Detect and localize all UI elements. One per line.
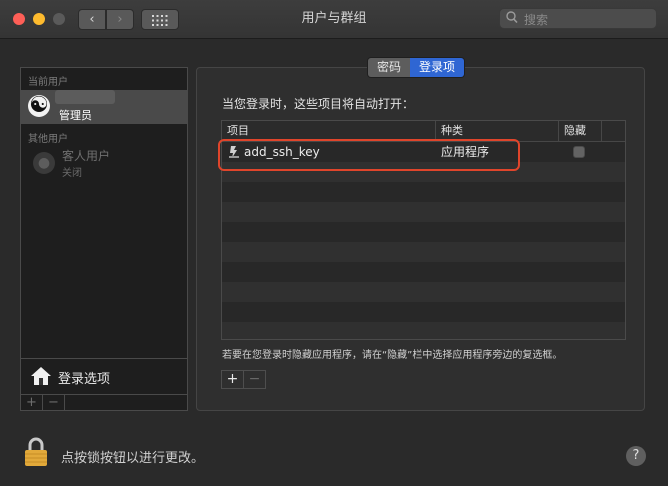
remove-login-item-button[interactable]: − (244, 371, 265, 388)
lock-instruction-text: 点按锁按钮以进行更改。 (61, 451, 205, 466)
add-login-item-button[interactable]: + (222, 371, 244, 388)
tab-control: 密码 登录项 (367, 57, 466, 78)
house-icon (31, 367, 51, 385)
other-users-section-label: 其他用户 (28, 134, 68, 145)
forward-button[interactable]: › (106, 9, 134, 30)
sidebar-add-remove: + − (21, 394, 187, 412)
lock-icon[interactable] (23, 437, 49, 467)
login-items-add-remove: + − (221, 370, 266, 389)
tab-password[interactable]: 密码 (368, 58, 411, 77)
search-field[interactable] (499, 8, 657, 29)
guest-avatar: ● (33, 152, 55, 174)
search-icon (506, 11, 518, 27)
login-options-label: 登录选项 (58, 372, 111, 387)
grid-icon (152, 15, 168, 26)
table-row-empty (222, 242, 625, 262)
hide-checkbox[interactable] (573, 146, 585, 158)
table-row-empty (222, 282, 625, 302)
column-header-kind[interactable]: 种类 (436, 121, 559, 141)
login-options-item[interactable]: 登录选项 (21, 358, 187, 395)
current-user-section-label: 当前用户 (28, 77, 68, 88)
table-row-empty (222, 322, 625, 339)
column-header-hide[interactable]: 隐藏 (559, 121, 602, 141)
table-row-empty (222, 262, 625, 282)
current-user-role: 管理员 (59, 109, 92, 122)
back-button[interactable]: ‹ (78, 9, 106, 30)
tab-login-items[interactable]: 登录项 (410, 58, 465, 77)
guest-user-status: 关闭 (62, 168, 82, 179)
search-input[interactable] (522, 10, 654, 29)
remove-user-button[interactable]: − (43, 395, 65, 411)
add-user-button[interactable]: + (21, 395, 43, 411)
table-row-empty (222, 222, 625, 242)
title-bar: 用户与群组 ‹ › (0, 0, 668, 39)
current-user-item[interactable]: ☯ 管理员 (21, 90, 187, 124)
table-row-empty (222, 182, 625, 202)
yin-yang-avatar: ☯ (28, 93, 50, 118)
column-header-item[interactable]: 项目 (222, 121, 436, 141)
table-row-empty (222, 202, 625, 222)
login-items-heading: 当您登录时，这些项目将自动打开： (222, 97, 415, 111)
show-all-prefs-button[interactable] (141, 9, 179, 30)
guest-user-name[interactable]: 客人用户 (62, 147, 110, 164)
redacted-username (55, 90, 115, 104)
user-list-sidebar: 当前用户 ☯ 管理员 其他用户 ● 客人用户 关闭 登录选项 + − (20, 67, 188, 411)
table-row-empty (222, 302, 625, 322)
hide-hint-text: 若要在您登录时隐藏应用程序，请在“隐藏”栏中选择应用程序旁边的复选框。 (222, 350, 563, 361)
highlight-annotation (218, 139, 520, 171)
help-button[interactable]: ? (626, 446, 646, 466)
